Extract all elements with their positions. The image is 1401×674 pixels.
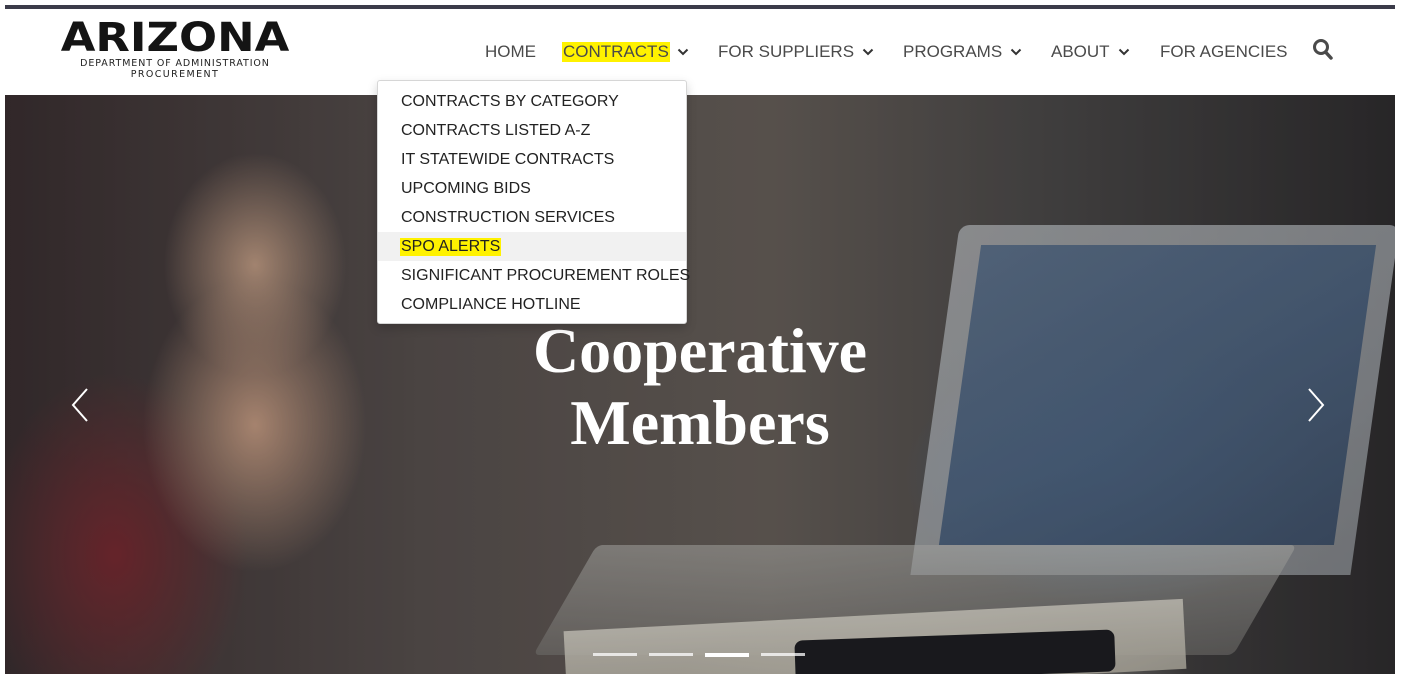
chevron-down-icon: [862, 46, 874, 58]
carousel-prev-button[interactable]: [65, 385, 95, 425]
contracts-dropdown-menu: CONTRACTS BY CATEGORY CONTRACTS LISTED A…: [377, 80, 690, 324]
carousel-indicator-3[interactable]: [705, 653, 749, 657]
nav-item-label: FOR AGENCIES: [1160, 42, 1288, 61]
search-icon: [1312, 39, 1334, 66]
top-accent-bar: [5, 5, 1395, 9]
menu-item-contracts-by-category[interactable]: CONTRACTS BY CATEGORY: [378, 87, 686, 116]
menu-item-label: SPO ALERTS: [400, 237, 502, 256]
menu-item-label: CONTRACTS LISTED A-Z: [401, 121, 591, 139]
hero-carousel: Cooperative Members: [5, 95, 1395, 674]
nav-item-contracts[interactable]: CONTRACTS: [562, 38, 689, 66]
menu-item-label: SIGNIFICANT PROCUREMENT ROLES: [401, 266, 691, 284]
menu-item-compliance-hotline[interactable]: COMPLIANCE HOTLINE: [378, 290, 686, 319]
nav-item-for-suppliers[interactable]: FOR SUPPLIERS: [717, 38, 874, 66]
chevron-left-icon: [65, 388, 95, 429]
carousel-indicator-2[interactable]: [649, 653, 693, 656]
hero-title-line-1: Cooperative: [532, 315, 868, 386]
menu-item-it-statewide-contracts[interactable]: IT STATEWIDE CONTRACTS: [378, 145, 686, 174]
logo-procurement-line: PROCUREMENT: [130, 69, 220, 80]
nav-item-label: HOME: [485, 42, 536, 61]
site-logo[interactable]: ARIZONA DEPARTMENT OF ADMINISTRATION PRO…: [61, 18, 290, 80]
menu-item-label: CONSTRUCTION SERVICES: [401, 208, 615, 226]
nav-item-about[interactable]: ABOUT: [1050, 38, 1130, 66]
menu-item-construction-services[interactable]: CONSTRUCTION SERVICES: [378, 203, 686, 232]
menu-item-label: UPCOMING BIDS: [401, 179, 531, 197]
chevron-right-icon: [1301, 388, 1331, 429]
hero-title: Cooperative Members: [400, 315, 1000, 459]
hero-title-line-2: Members: [570, 387, 830, 458]
menu-item-contracts-listed-a-z[interactable]: CONTRACTS LISTED A-Z: [378, 116, 686, 145]
nav-item-for-agencies[interactable]: FOR AGENCIES: [1159, 38, 1289, 66]
nav-item-label: FOR SUPPLIERS: [718, 42, 855, 61]
chevron-down-icon: [1118, 46, 1130, 58]
menu-item-label: CONTRACTS BY CATEGORY: [401, 92, 619, 110]
nav-item-label: ABOUT: [1051, 42, 1110, 61]
nav-item-programs[interactable]: PROGRAMS: [902, 38, 1022, 66]
chevron-down-icon: [677, 46, 689, 58]
carousel-next-button[interactable]: [1301, 385, 1331, 425]
menu-item-spo-alerts[interactable]: SPO ALERTS: [378, 232, 686, 261]
nav-item-home[interactable]: HOME: [484, 38, 537, 66]
nav-item-label: CONTRACTS: [562, 42, 670, 62]
carousel-indicator-4[interactable]: [761, 653, 805, 656]
nav-item-label: PROGRAMS: [903, 42, 1003, 61]
carousel-indicator-1[interactable]: [593, 653, 637, 656]
menu-item-upcoming-bids[interactable]: UPCOMING BIDS: [378, 174, 686, 203]
logo-wordmark: ARIZONA: [60, 15, 290, 61]
menu-item-label: IT STATEWIDE CONTRACTS: [401, 150, 615, 168]
menu-item-label: COMPLIANCE HOTLINE: [401, 295, 581, 313]
search-button[interactable]: [1312, 38, 1334, 62]
menu-item-significant-procurement-roles[interactable]: SIGNIFICANT PROCUREMENT ROLES: [378, 261, 690, 290]
chevron-down-icon: [1010, 46, 1022, 58]
